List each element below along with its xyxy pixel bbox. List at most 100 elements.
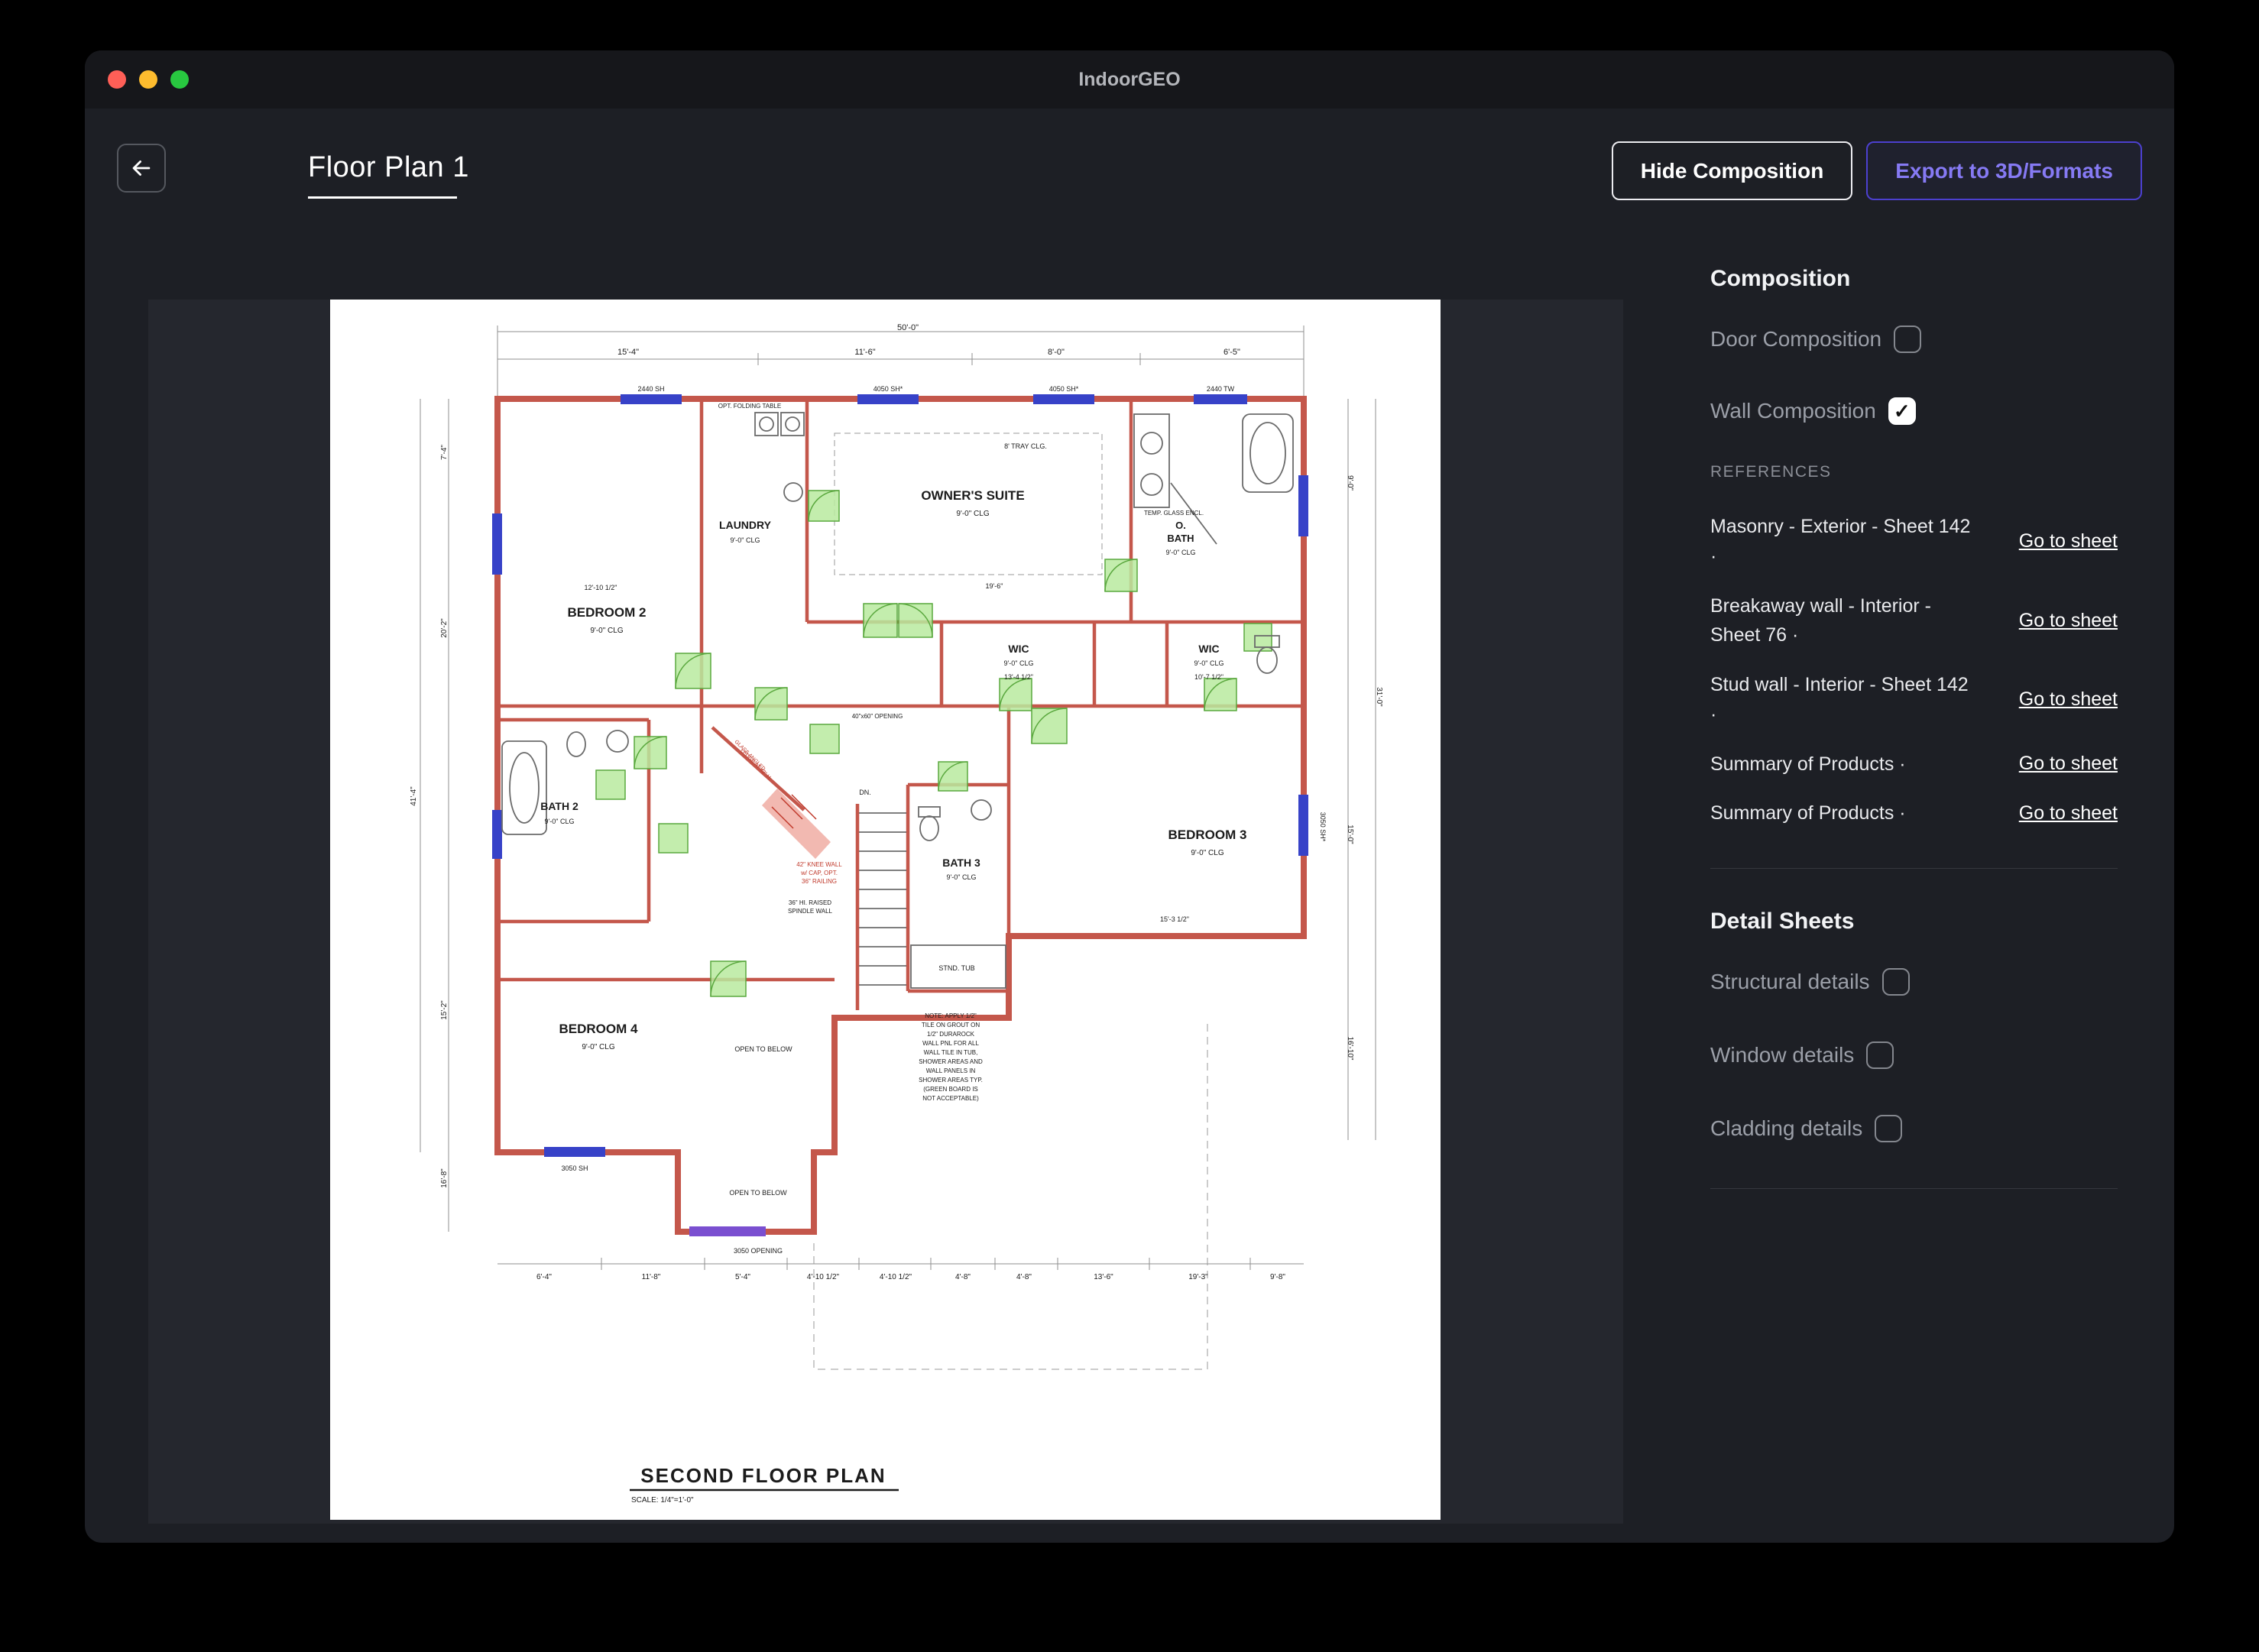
reference-label: Masonry - Exterior - Sheet 142 · (1710, 516, 1971, 567)
app-window: IndoorGEO Floor Plan 1 Hide Composition … (85, 50, 2174, 1543)
plan-label: 3050 SH* (1319, 812, 1327, 842)
plan-label: TEMP. GLASS ENCL. (1144, 510, 1204, 517)
canvas-area: BEDROOM 2 9'-0" CLG LAUNDRY 9'-0" CLG OWNER'… (148, 300, 1623, 1524)
plan-label: 4'-8" (1016, 1273, 1032, 1281)
plan-label: 9'-0" CLG (731, 536, 760, 544)
detail-sheets-heading: Detail Sheets (1710, 909, 1855, 934)
plan-label: 13'-6" (1094, 1273, 1113, 1281)
plan-label: 9'-0" CLG (1004, 659, 1034, 667)
window-details-checkbox[interactable] (1866, 1041, 1894, 1069)
bathroom-fixtures (501, 412, 1294, 989)
plan-label: 9'-0" CLG (545, 818, 575, 825)
knee-wall-hatch (762, 789, 831, 859)
door-composition-checkbox[interactable] (1894, 326, 1922, 353)
cladding-details-row: Cladding details (1710, 1115, 2118, 1142)
plan-label: 9'-0" CLG (947, 873, 977, 881)
traffic-lights (108, 70, 189, 89)
reference-row: Breakaway wall - Interior - Sheet 76 · G… (1710, 591, 2118, 651)
go-to-sheet-link[interactable]: Go to sheet (2019, 610, 2118, 632)
sidebar-divider (1710, 1188, 2118, 1189)
plan-label: 15'-2" (440, 1000, 449, 1020)
plan-label: BATH (1167, 533, 1194, 544)
plan-label: 12'-10 1/2" (585, 584, 617, 591)
plan-label: 4'-10 1/2" (807, 1273, 840, 1281)
plan-label: 8' TRAY CLG. (1004, 442, 1047, 450)
plan-label: 2440 SH (637, 385, 664, 393)
wall-composition-label: Wall Composition (1710, 399, 1876, 423)
header-actions: Hide Composition Export to 3D/Formats (1611, 141, 2142, 200)
reference-label: Stud wall - Interior - Sheet 142 · (1710, 674, 1969, 725)
plan-label: O. (1175, 520, 1186, 531)
composition-sidebar: Composition Door Composition Wall Compos… (1710, 266, 2118, 1229)
window-details-row: Window details (1710, 1041, 2118, 1069)
plan-label: 9'-8" (1270, 1273, 1285, 1281)
close-window-button[interactable] (108, 70, 126, 89)
plan-label: 42" KNEE WALL (796, 861, 842, 868)
plan-label: 36" RAILING (802, 878, 837, 885)
plan-label: SCALE: 1/4"=1'-0" (631, 1496, 694, 1505)
reference-row: Stud wall - Interior - Sheet 142 · Go to… (1710, 670, 2118, 730)
plan-label: TILE ON GROUT ON (922, 1022, 980, 1028)
plan-label: 11'-6" (854, 348, 875, 357)
plan-label: 4'-8" (955, 1273, 971, 1281)
dimension-lines (420, 326, 1376, 1270)
floor-plan-sheet[interactable]: BEDROOM 2 9'-0" CLG LAUNDRY 9'-0" CLG OWNER'… (330, 300, 1441, 1520)
back-button[interactable] (117, 144, 166, 193)
plan-label: BATH 3 (942, 857, 980, 869)
plan-label: NOTE: APPLY 1/2" (925, 1012, 977, 1019)
floor-plan-tab[interactable]: Floor Plan 1 (308, 151, 469, 199)
go-to-sheet-link[interactable]: Go to sheet (2019, 688, 2118, 711)
plan-label: WIC (1008, 643, 1029, 655)
plan-label: 8'-0" (1048, 348, 1065, 357)
export-button[interactable]: Export to 3D/Formats (1866, 141, 2142, 200)
plan-label: 15'-0" (1346, 824, 1354, 844)
structural-details-row: Structural details (1710, 968, 2118, 996)
cladding-details-checkbox[interactable] (1875, 1115, 1903, 1142)
plan-label: SPINDLE WALL (788, 908, 832, 915)
plan-label: 1/2" DURAROCK (927, 1031, 975, 1038)
go-to-sheet-link[interactable]: Go to sheet (2019, 753, 2118, 775)
plan-label: 9'-0" (1346, 475, 1354, 491)
plan-label: OPT. FOLDING TABLE (718, 403, 781, 410)
plan-label: 11'-8" (642, 1273, 661, 1281)
plan-label: 6'-4" (536, 1273, 552, 1281)
plan-label: 19'-6" (986, 582, 1003, 590)
plan-label: 16'-8" (440, 1168, 449, 1188)
plan-label: NOT ACCEPTABLE) (922, 1095, 979, 1102)
plan-label: 4050 SH* (873, 385, 903, 393)
wall-composition-row: Wall Composition (1710, 397, 2118, 425)
plan-label: 20'-2" (440, 618, 449, 638)
plan-label: WALL PNL FOR ALL (922, 1040, 979, 1047)
plan-label: DN. (859, 789, 871, 796)
titlebar: IndoorGEO (85, 50, 2174, 109)
plan-label: 9'-0" CLG (590, 627, 623, 635)
floor-plan-drawing: BEDROOM 2 9'-0" CLG LAUNDRY 9'-0" CLG OWNER'… (410, 323, 1383, 1505)
plan-label: 19'-3" (1188, 1273, 1208, 1281)
structural-details-checkbox[interactable] (1881, 968, 1910, 996)
plan-label: 15'-3 1/2" (1160, 915, 1189, 923)
zoom-window-button[interactable] (170, 70, 189, 89)
floor-plan-labels: BEDROOM 2 9'-0" CLG LAUNDRY 9'-0" CLG OWNER'… (410, 323, 1383, 1505)
plan-label: BATH 2 (540, 800, 579, 812)
hide-composition-button[interactable]: Hide Composition (1611, 141, 1853, 200)
stairs (859, 812, 906, 986)
plan-label: 31'-0" (1375, 687, 1383, 707)
minimize-window-button[interactable] (139, 70, 157, 89)
plan-label: 10'-7 1/2" (1194, 673, 1223, 681)
plan-label: BEDROOM 3 (1168, 828, 1247, 842)
wall-composition-checkbox[interactable] (1888, 397, 1916, 425)
plan-label: SHOWER AREAS TYP. (919, 1077, 983, 1084)
dashed-outlines (813, 432, 1208, 1370)
plan-label: 9'-0" CLG (1191, 849, 1223, 857)
go-to-sheet-link[interactable]: Go to sheet (2019, 530, 2118, 552)
window-title: IndoorGEO (1078, 68, 1181, 90)
reference-row: Summary of Products · Go to sheet (1710, 798, 2118, 828)
plan-label: 9'-0" CLG (582, 1043, 614, 1051)
go-to-sheet-link[interactable]: Go to sheet (2019, 802, 2118, 824)
plan-label: 13'-4 1/2" (1004, 673, 1033, 681)
plan-label: STND. TUB (938, 964, 974, 972)
back-arrow-icon (132, 160, 151, 176)
door-composition-row: Door Composition (1710, 326, 2118, 353)
plan-label: 50'-0" (897, 323, 919, 332)
reference-label: Summary of Products · (1710, 753, 1906, 775)
